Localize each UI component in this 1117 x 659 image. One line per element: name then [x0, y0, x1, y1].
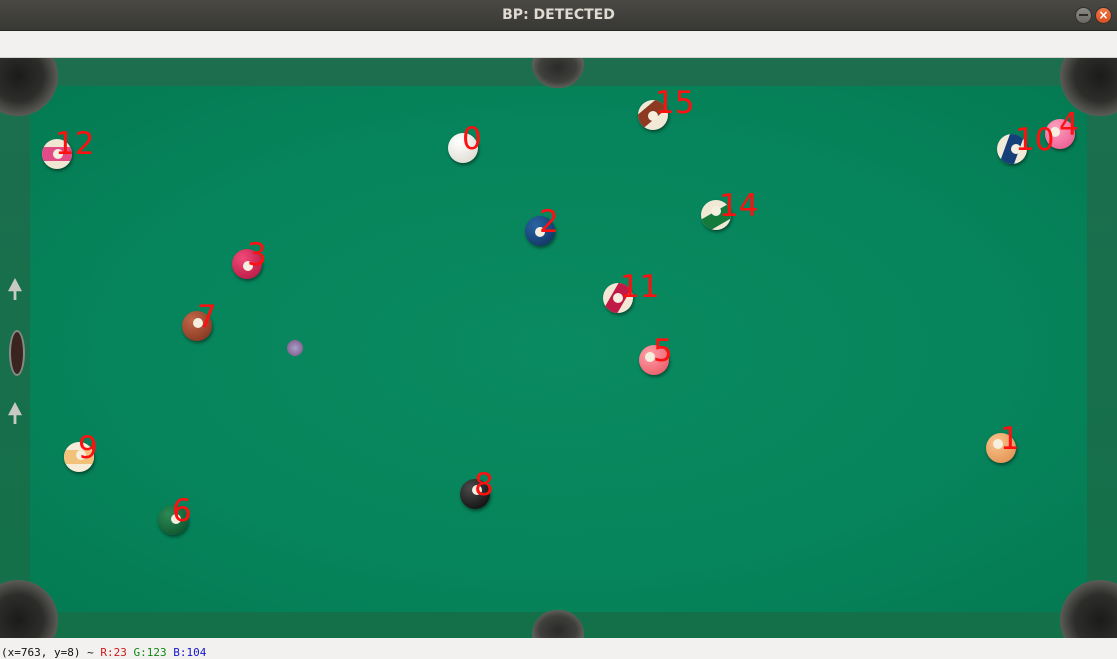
- rail-badge: [9, 330, 25, 376]
- close-icon: ×: [1098, 8, 1109, 22]
- ball-label: 3: [247, 237, 267, 273]
- status-bar: (x=763, y=8) ~ R:23 G:123 B:104: [0, 638, 1117, 659]
- red-value: R:23: [100, 646, 127, 659]
- ball-label: 11: [620, 269, 660, 305]
- ball-label: 2: [539, 204, 559, 240]
- chalk-mark: [287, 340, 303, 356]
- ball-label: 6: [172, 493, 192, 529]
- table-cloth: [30, 86, 1087, 612]
- close-button[interactable]: ×: [1095, 7, 1112, 24]
- ball-label: 8: [474, 467, 494, 503]
- title-bar: BP: DETECTED ×: [0, 0, 1117, 31]
- ball-label: 4: [1059, 107, 1079, 143]
- ball-label: 10: [1015, 122, 1055, 158]
- status-separator: ~: [87, 646, 94, 659]
- ball-label: 0: [462, 121, 482, 157]
- status-text: (x=763, y=8) ~ R:23 G:123 B:104: [1, 646, 206, 659]
- minimize-button[interactable]: [1075, 7, 1092, 24]
- window-title: BP: DETECTED: [502, 7, 615, 23]
- green-value: G:123: [133, 646, 167, 659]
- ball-label: 15: [655, 85, 695, 121]
- ball-label: 12: [55, 126, 95, 162]
- toolbar: [0, 31, 1117, 58]
- image-view[interactable]: 0 1 2 3 4 5 6 7 8 9 10 11 12 14 15: [0, 58, 1117, 638]
- minimize-icon: [1079, 14, 1088, 16]
- ball-label: 5: [653, 333, 673, 369]
- ball-label: 7: [197, 299, 217, 335]
- ball-label: 9: [78, 430, 98, 466]
- blue-value: B:104: [173, 646, 207, 659]
- ball-label: 1: [1000, 421, 1020, 457]
- cursor-coordinates: (x=763, y=8): [1, 646, 81, 659]
- ball-label: 14: [719, 188, 759, 224]
